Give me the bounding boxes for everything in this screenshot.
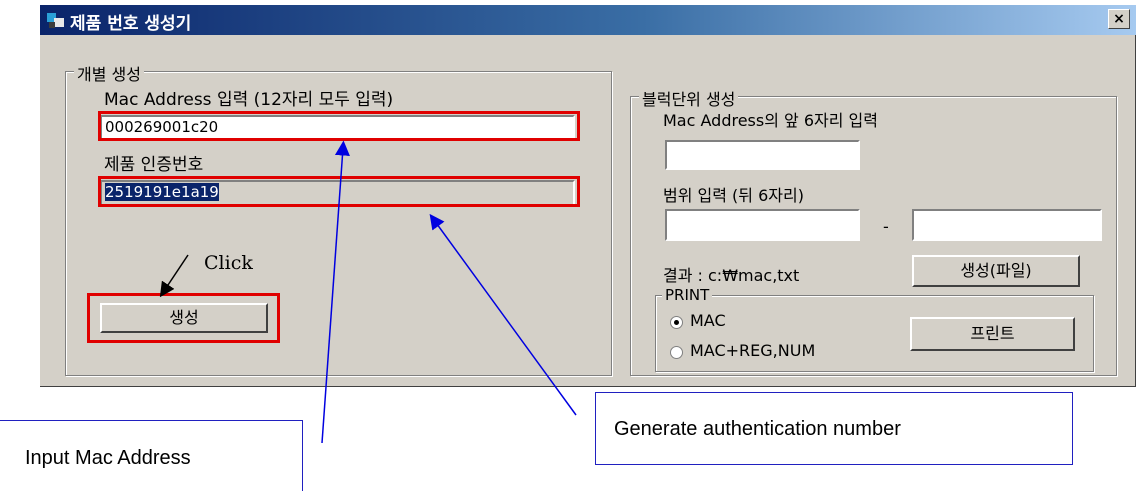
generate-auth-callout: Generate authentication number — [595, 392, 1073, 465]
generate-auth-arrow — [429, 213, 577, 416]
click-arrow — [159, 254, 189, 298]
input-mac-callout: Input Mac Address — [0, 420, 303, 491]
generate-auth-text: Generate authentication number — [614, 418, 901, 440]
input-mac-text: Input Mac Address — [25, 447, 191, 469]
input-mac-arrow — [321, 140, 350, 444]
